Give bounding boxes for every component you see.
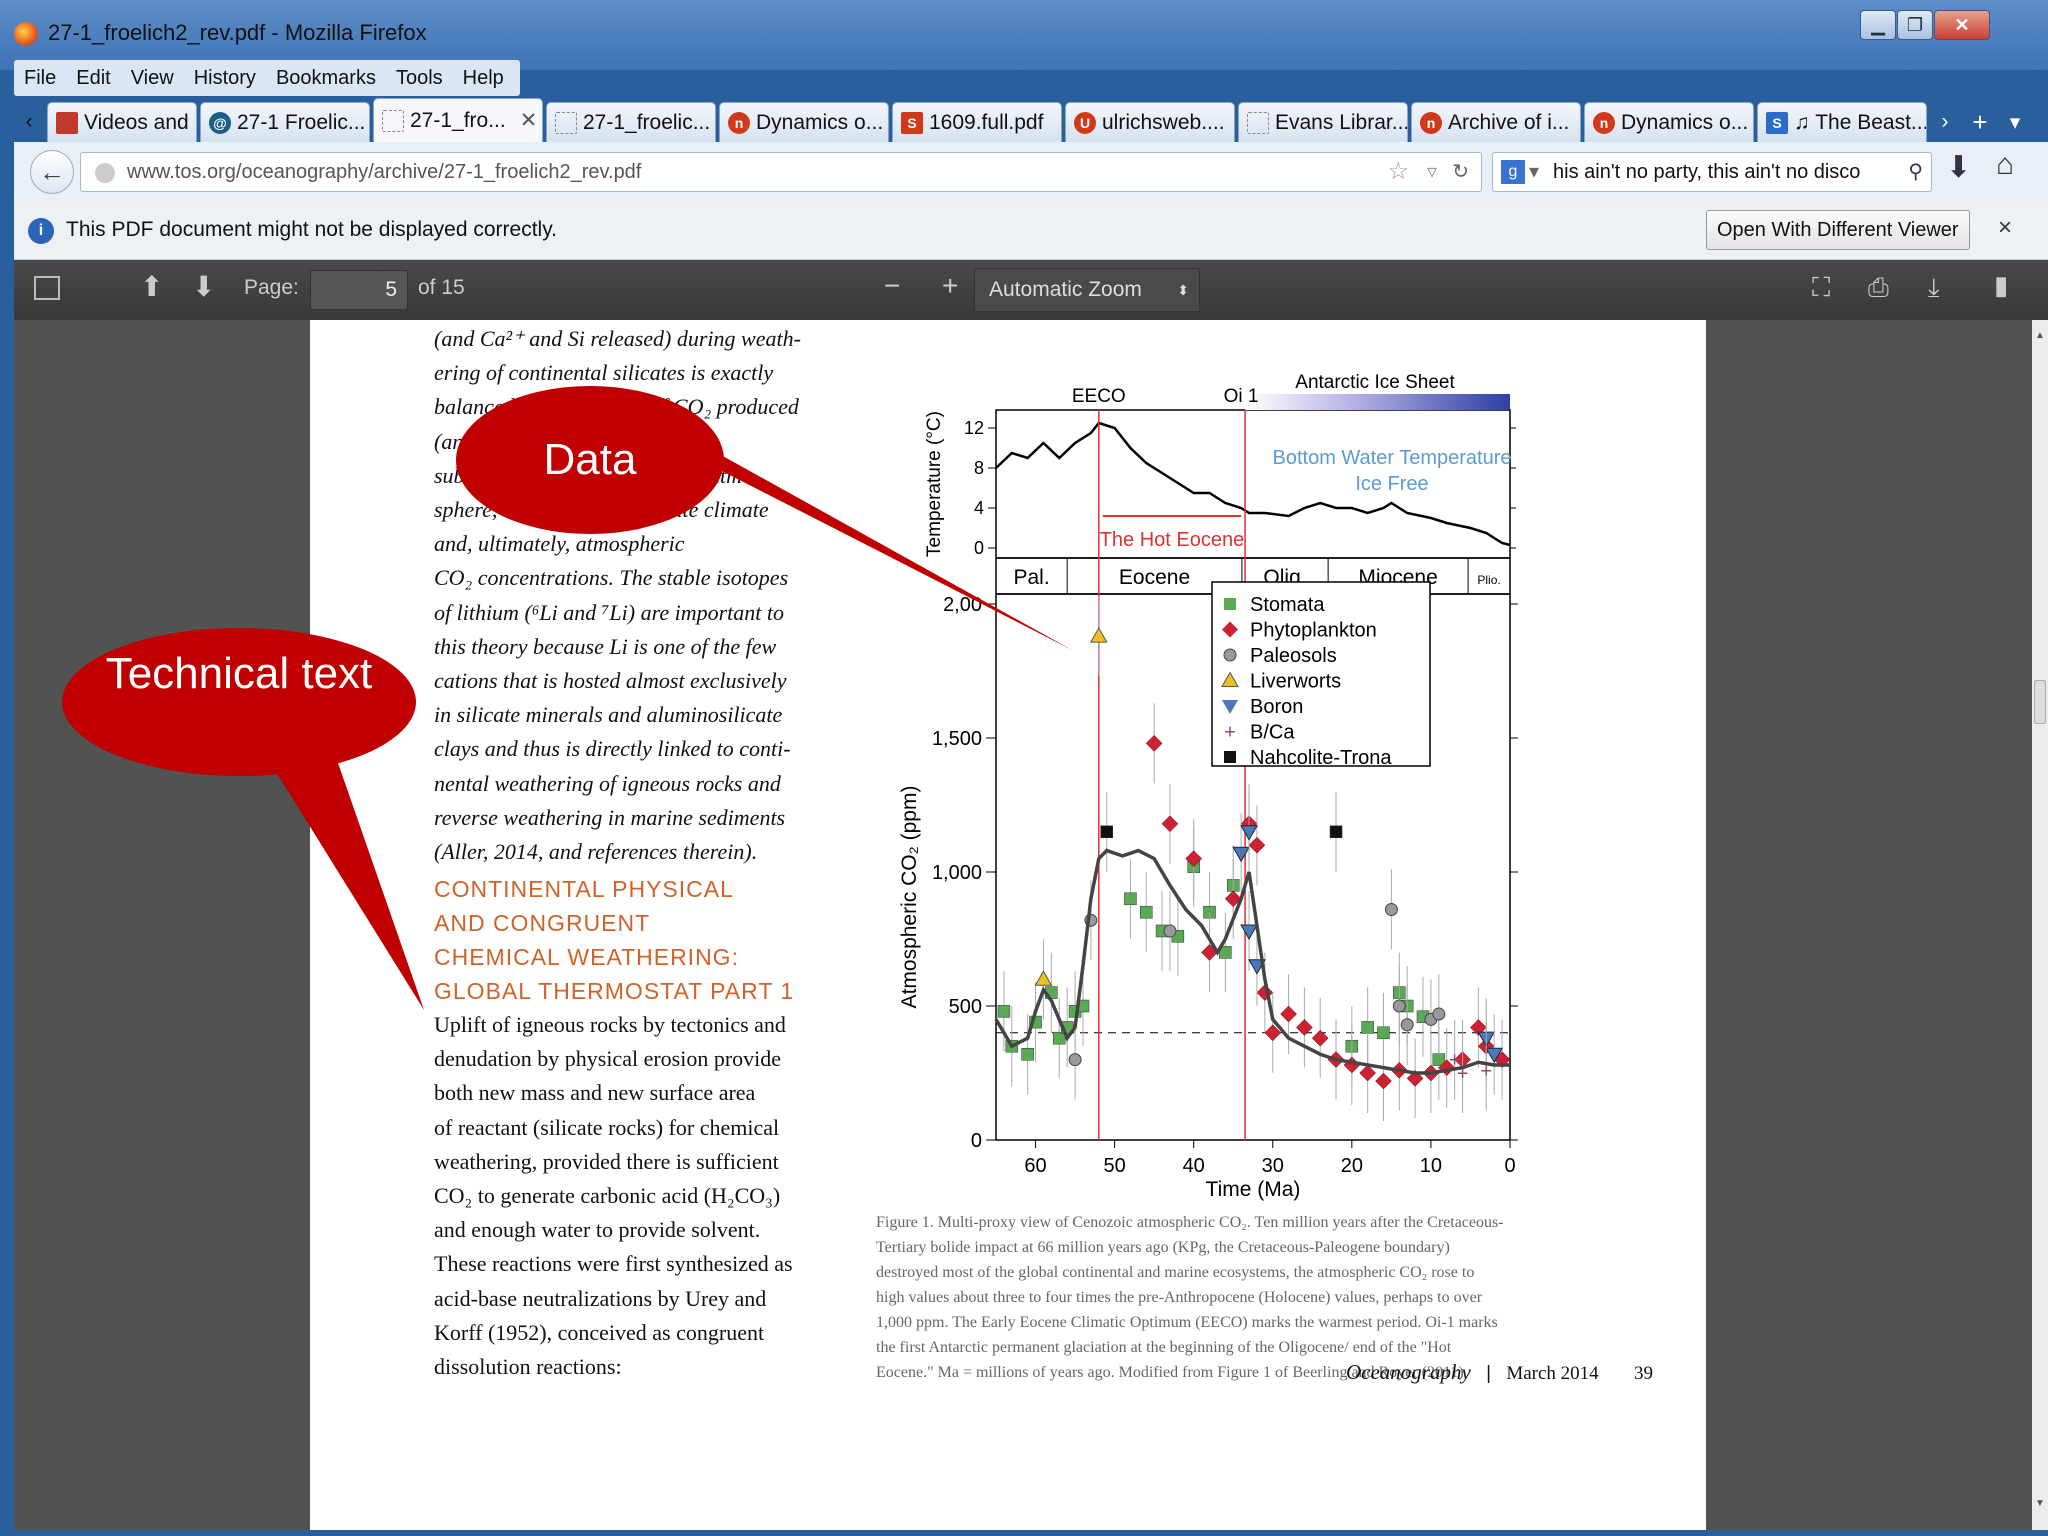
data-callout: Data [456,386,724,534]
technical-text-callout: Technical text [62,628,416,776]
